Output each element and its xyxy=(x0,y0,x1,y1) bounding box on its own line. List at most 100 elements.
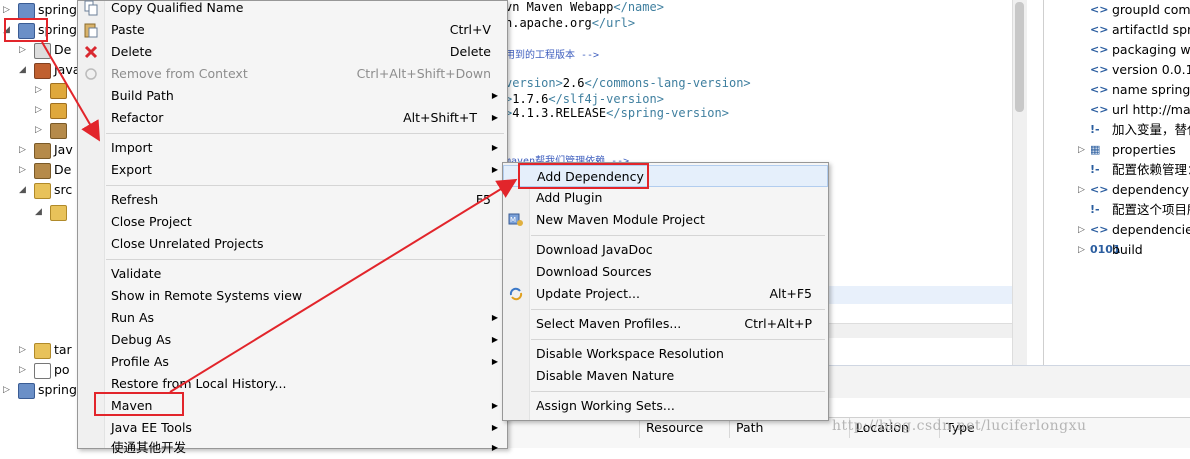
outline-item-label: packaging w xyxy=(1112,42,1190,57)
tree-item[interactable]: ▷ De xyxy=(0,40,80,60)
menu-item-item[interactable]: 使通其他开发 ▶ xyxy=(78,437,507,459)
expand-twisty-icon[interactable]: ▷ xyxy=(35,100,42,120)
outline-item[interactable]: <> url http://mav xyxy=(1044,100,1190,120)
outline-item[interactable]: !- 加入变量，替代 xyxy=(1044,120,1190,140)
menu-item-export[interactable]: Export ▶ xyxy=(78,159,507,181)
watermark: http://blog.csdn.net/luciferlongxu xyxy=(832,418,1087,434)
expand-twisty-icon[interactable]: ◢ xyxy=(19,180,26,200)
tree-item[interactable]: ▷ Jav xyxy=(0,140,80,160)
outline-item[interactable]: ▷ ▦ properties xyxy=(1044,140,1190,160)
menu-item-close-project[interactable]: Close Project xyxy=(78,211,507,233)
expand-twisty-icon[interactable]: ▷ xyxy=(1078,220,1085,240)
xml-node-icon: <> xyxy=(1090,223,1109,236)
menu-item-add-plugin[interactable]: Add Plugin xyxy=(503,187,828,209)
outline-item[interactable]: ▷ <>dependencyM xyxy=(1044,180,1190,200)
menu-item-paste[interactable]: Paste Ctrl+V xyxy=(78,19,507,41)
tree-item[interactable]: ▷ spring xyxy=(0,0,80,20)
tree-item[interactable]: ▷ spring xyxy=(0,380,80,400)
expand-twisty-icon[interactable]: ▷ xyxy=(3,0,10,20)
tree-item[interactable]: ▷ xyxy=(0,100,80,120)
outline-item-label: name spring xyxy=(1112,82,1190,97)
scroll-thumb[interactable] xyxy=(1015,2,1024,112)
tree-item[interactable]: ◢ src xyxy=(0,180,80,200)
tree-item[interactable]: ◢ Java xyxy=(0,60,80,80)
outline-item[interactable]: !- 配置依赖管理： xyxy=(1044,160,1190,180)
java-icon xyxy=(34,63,51,79)
menu-item-close-unrelated-projects[interactable]: Close Unrelated Projects xyxy=(78,233,507,255)
outline-item[interactable]: ▷ <>dependencies xyxy=(1044,220,1190,240)
expand-twisty-icon[interactable]: ▷ xyxy=(19,40,26,60)
tree-item[interactable]: ▷ tar xyxy=(0,340,80,360)
code-close-tag: </url> xyxy=(591,16,636,30)
expand-twisty-icon[interactable]: ◢ xyxy=(35,202,42,222)
menu-item-assign-working-sets[interactable]: Assign Working Sets... xyxy=(503,395,828,417)
code-value: 1.7.6 xyxy=(512,92,549,106)
expand-twisty-icon[interactable]: ▷ xyxy=(19,360,26,380)
code-line: n.apache.org</url> xyxy=(505,16,635,30)
tree-item[interactable]: ▷ po xyxy=(0,360,80,380)
menu-item-download-sources[interactable]: Download Sources xyxy=(503,261,828,283)
tree-item[interactable]: ▷ De xyxy=(0,160,80,180)
tree-item-label: De xyxy=(54,162,72,177)
menu-item-shortcut: Ctrl+Alt+Shift+Down xyxy=(356,66,491,81)
proj-icon xyxy=(18,3,35,19)
file-icon xyxy=(34,363,51,379)
menu-item-new-maven-module-project[interactable]: M New Maven Module Project xyxy=(503,209,828,231)
menu-item-label: Build Path xyxy=(111,88,174,103)
outline-item-label: 配置依赖管理： xyxy=(1112,162,1190,177)
outline-item-label: groupId com xyxy=(1112,2,1190,17)
outline-item[interactable]: <> name spring xyxy=(1044,80,1190,100)
outline-item[interactable]: !- 配置这个项目所 xyxy=(1044,200,1190,220)
num-icon xyxy=(34,43,51,59)
outline-item[interactable]: <> groupId com xyxy=(1044,0,1190,20)
maven-submenu: Add Dependency Add Plugin M New Maven Modul… xyxy=(502,162,829,421)
menu-item-run-as[interactable]: Run As ▶ xyxy=(78,307,507,329)
tree-item[interactable]: ▷ xyxy=(0,80,80,100)
menu-item-profile-as[interactable]: Profile As ▶ xyxy=(78,351,507,373)
menu-item-refactor[interactable]: Refactor Alt+Shift+T ▶ xyxy=(78,107,507,129)
tree-item-label: tar xyxy=(54,342,72,357)
menu-item-import[interactable]: Import ▶ xyxy=(78,137,507,159)
expand-twisty-icon[interactable]: ▷ xyxy=(1078,180,1085,200)
expand-twisty-icon[interactable]: ▷ xyxy=(19,160,26,180)
menu-item-select-maven-profiles[interactable]: Select Maven Profiles... Ctrl+Alt+P xyxy=(503,313,828,335)
menu-item-delete[interactable]: Delete Delete xyxy=(78,41,507,63)
outline-item[interactable]: <> packaging w xyxy=(1044,40,1190,60)
expand-twisty-icon[interactable]: ▷ xyxy=(3,380,10,400)
menu-item-validate[interactable]: Validate xyxy=(78,263,507,285)
expand-twisty-icon[interactable]: ▷ xyxy=(1078,240,1085,260)
expand-twisty-icon[interactable]: ▷ xyxy=(19,140,26,160)
menu-item-debug-as[interactable]: Debug As ▶ xyxy=(78,329,507,351)
expand-twisty-icon[interactable]: ▷ xyxy=(35,80,42,100)
tree-item[interactable]: ▷ xyxy=(0,120,80,140)
menu-item-label: Java EE Tools xyxy=(111,420,192,435)
menu-item-update-project[interactable]: Update Project... Alt+F5 xyxy=(503,283,828,305)
submenu-arrow-icon: ▶ xyxy=(491,313,498,322)
expand-twisty-icon[interactable]: ▷ xyxy=(19,340,26,360)
expand-twisty-icon[interactable]: ◢ xyxy=(19,60,26,80)
expand-twisty-icon[interactable]: ▷ xyxy=(35,120,42,140)
column-header[interactable]: Resource xyxy=(639,418,736,438)
svg-text:M: M xyxy=(510,216,516,224)
menu-item-disable-workspace-resolution[interactable]: Disable Workspace Resolution xyxy=(503,343,828,365)
menu-item-refresh[interactable]: Refresh F5 xyxy=(78,189,507,211)
tree-item[interactable]: ◢ xyxy=(0,202,80,222)
menu-item-shortcut: Alt+Shift+T xyxy=(403,110,477,125)
menu-item-java-ee-tools[interactable]: Java EE Tools ▶ xyxy=(78,417,507,439)
code-close-tag: </spring-version> xyxy=(606,106,729,120)
menu-item-copy-qualified-name[interactable]: Copy Qualified Name xyxy=(78,0,507,19)
menu-item-show-in-remote-systems-view[interactable]: Show in Remote Systems view xyxy=(78,285,507,307)
menu-item-label: Disable Maven Nature xyxy=(536,368,675,383)
outline-item[interactable]: ▷ 0101 build xyxy=(1044,240,1190,260)
outline-item[interactable]: <> artifactId spr xyxy=(1044,20,1190,40)
menu-item-download-javadoc[interactable]: Download JavaDoc xyxy=(503,239,828,261)
menu-item-disable-maven-nature[interactable]: Disable Maven Nature xyxy=(503,365,828,387)
menu-item-label: Close Project xyxy=(111,214,192,229)
project-explorer-tree: ▷ spring ◢ spring ▷ De ◢ Java ▷ ▷ ▷ ▷ Jav ▷ De ◢ src ◢ ▷ ta… xyxy=(0,0,80,447)
expand-twisty-icon[interactable]: ▷ xyxy=(1078,140,1085,160)
menu-item-remove-from-context[interactable]: Remove from Context Ctrl+Alt+Shift+Down xyxy=(78,63,507,85)
context-menu: Copy Qualified Name Paste Ctrl+V Delete Dele… xyxy=(77,0,508,455)
editor-vertical-scrollbar[interactable] xyxy=(1012,0,1027,395)
menu-item-build-path[interactable]: Build Path ▶ xyxy=(78,85,507,107)
outline-item[interactable]: <> version 0.0.1- xyxy=(1044,60,1190,80)
